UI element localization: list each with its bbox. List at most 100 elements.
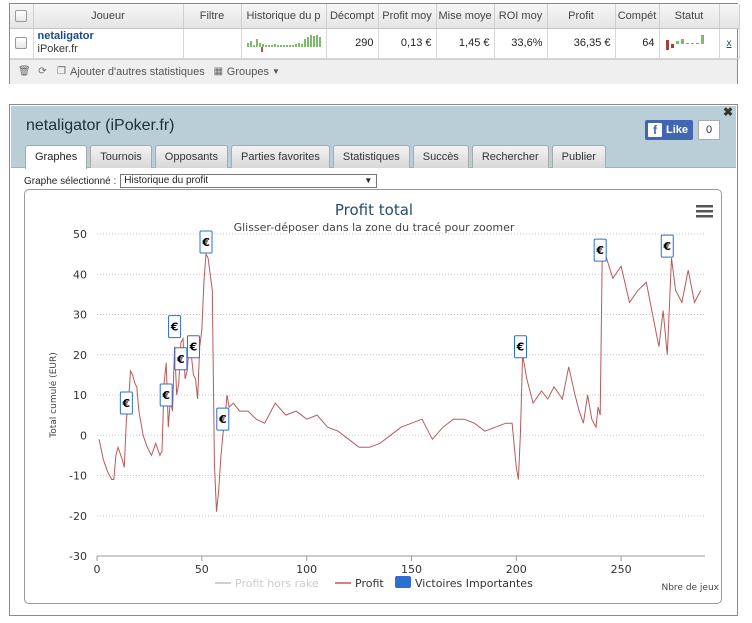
col-header-empty [719,4,740,29]
victory-markers: € € € € € € € € € € [119,230,674,431]
add-stats-button[interactable]: ❐ Ajouter d'autres statistiques [56,66,205,78]
legend-item-rake[interactable]: Profit hors rake [215,577,319,590]
stats-table: Joueur Filtre Historique du p Décompt Pr… [10,4,740,59]
euro-icon: € [189,341,198,354]
y-tick-label: 30 [73,309,87,322]
trash-icon[interactable]: 🗑 [18,66,31,77]
chevron-down-icon: ▼ [272,67,280,76]
chevron-down-icon: ▼ [364,176,373,185]
refresh-icon[interactable]: ⟳ [37,66,48,77]
victory-marker[interactable]: € [186,335,200,359]
chart-subtitle: Glisser-déposer dans la zone du tracé po… [234,221,515,234]
tab-statistiques[interactable]: Statistiques [332,145,410,168]
graph-select-dropdown[interactable]: Historique du profit ▼ [120,174,378,188]
victory-marker[interactable]: € [199,230,213,254]
panel-header: netaligator (iPoker.fr) f Like 0 Graphes… [11,106,736,169]
facebook-like-button[interactable]: f Like [645,120,693,140]
profit-series-line [98,249,702,512]
y-tick-label: -10 [69,470,87,483]
col-header-historique[interactable]: Historique du p [241,4,327,29]
x-tick-label: 100 [296,563,317,576]
close-icon[interactable]: ✖ [722,106,734,118]
euro-icon: € [201,236,210,249]
y-tick-label: -30 [69,550,87,563]
tab-parties-favorites[interactable]: Parties favorites [230,145,330,168]
player-name-link[interactable]: netaligator [38,30,179,43]
euro-icon: € [176,353,185,366]
victory-marker[interactable]: € [216,407,230,431]
remove-row-label: x [726,38,732,49]
facebook-like-label: Like [666,124,689,136]
history-sparkline [241,28,327,59]
euro-icon: € [170,321,179,334]
victory-marker[interactable]: € [174,347,188,371]
y-tick-label: 40 [73,268,87,281]
victory-marker[interactable]: € [660,234,674,258]
competitions-cell: 64 [615,28,660,59]
chart-container[interactable]: Profit total Glisser-déposer dans la zon… [24,189,722,604]
y-tick-label: 20 [73,349,87,362]
x-tick-label: 250 [611,563,632,576]
decompte-cell: 290 [326,28,379,59]
x-tick-label: 50 [195,563,209,576]
victory-marker[interactable]: € [168,315,182,339]
x-axis-ticks: 0 50 100 150 200 250 [94,556,632,576]
col-header-profit-moy[interactable]: Profit moy [378,4,437,29]
table-icon: ▦ [213,66,224,77]
chart-legend: Profit hors rake Profit Victoires Import… [215,576,533,590]
facebook-icon: f [648,123,662,137]
tab-opposants[interactable]: Opposants [154,145,228,168]
col-header-roi-moy[interactable]: ROI moy [494,4,548,29]
profit-chart[interactable]: Profit total Glisser-déposer dans la zon… [25,190,723,605]
graph-select-label: Graphe sélectionné : [24,175,117,187]
col-header-mise-moy[interactable]: Mise moye [436,4,495,29]
y-tick-label: -20 [69,510,87,523]
legend-item-profit[interactable]: Profit [335,577,384,590]
col-header-profit[interactable]: Profit [547,4,616,29]
euro-icon: € [161,389,170,402]
col-header-joueur[interactable]: Joueur [33,4,184,29]
victory-marker[interactable]: € [119,391,133,415]
victory-marker[interactable]: € [593,238,607,262]
stats-toolbar: 🗑 ⟳ ❐ Ajouter d'autres statistiques ▦ Gr… [10,58,737,84]
x-tick-label: 0 [94,563,101,576]
tab-tournois[interactable]: Tournois [90,145,152,168]
player-cell: netaligator iPoker.fr [33,28,184,59]
window-icon: ❐ [57,66,66,77]
roi-moy-cell: 33,6% [494,28,548,59]
col-header-competitions[interactable]: Compét [615,4,660,29]
tab-bar: Graphes Tournois Opposants Parties favor… [25,145,606,169]
sparkline-chart [246,34,321,52]
victory-marker[interactable]: € [514,335,528,359]
legend-label-victories: Victoires Importantes [415,577,533,590]
filtre-cell [183,28,242,59]
euro-icon: € [218,413,227,426]
victory-marker[interactable]: € [159,383,173,407]
row-checkbox[interactable] [10,28,34,59]
facebook-like-count: 0 [698,120,720,140]
tab-graphes[interactable]: Graphes [25,145,88,169]
legend-item-victories[interactable]: Victoires Importantes [395,576,533,590]
mise-moy-cell: 1,45 € [436,28,495,59]
x-tick-label: 200 [506,563,527,576]
groups-dropdown[interactable]: ▦ Groupes ▼ [213,66,280,78]
euro-icon: € [122,397,131,410]
stats-panel: Joueur Filtre Historique du p Décompt Pr… [9,3,740,84]
remove-row-button[interactable]: x [719,28,740,59]
y-tick-label: 0 [80,429,87,442]
tab-publier[interactable]: Publier [551,145,606,168]
panel-title: netaligator (iPoker.fr) [26,117,175,134]
legend-label-profit: Profit [355,577,384,590]
add-stats-label: Ajouter d'autres statistiques [70,65,205,78]
euro-icon: € [595,244,604,257]
menu-icon[interactable] [696,205,713,218]
x-axis-label: Nbre de jeux [661,583,719,593]
x-tick-label: 150 [401,563,422,576]
col-header-decompte[interactable]: Décompt [326,4,379,29]
euro-icon: € [662,240,671,253]
col-header-filtre[interactable]: Filtre [183,4,242,29]
tab-rechercher[interactable]: Rechercher [471,145,549,168]
select-all-checkbox[interactable] [10,4,34,29]
tab-succes[interactable]: Succès [412,145,469,168]
col-header-statut[interactable]: Statut [659,4,720,29]
